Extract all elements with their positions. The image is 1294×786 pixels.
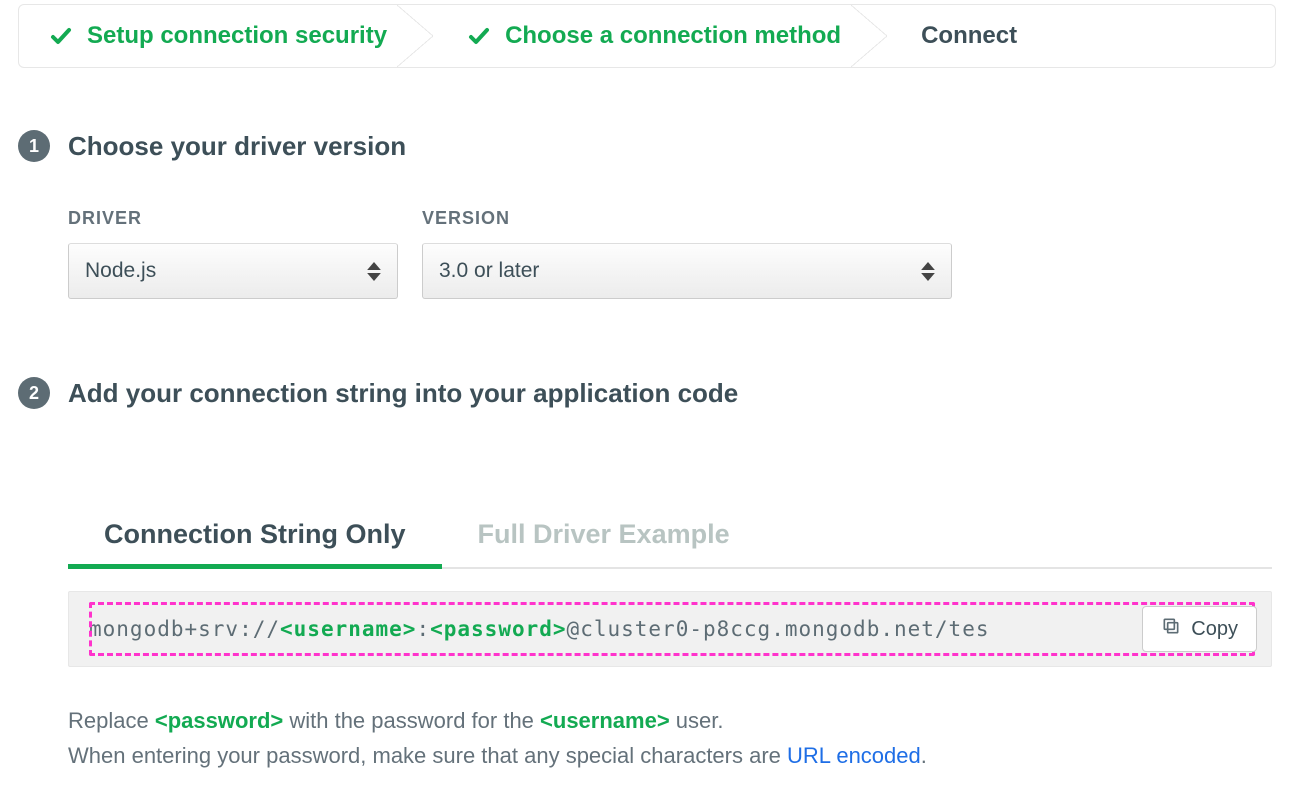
step-number-badge: 2: [18, 377, 50, 409]
section-title: Choose your driver version: [68, 131, 406, 162]
version-label: VERSION: [422, 208, 952, 229]
tab-connection-string-only[interactable]: Connection String Only: [68, 507, 442, 569]
step-security[interactable]: Setup connection security: [19, 5, 415, 67]
version-select[interactable]: 3.0 or later: [422, 243, 952, 299]
copy-label: Copy: [1191, 618, 1238, 641]
password-placeholder: <password>: [430, 617, 566, 641]
step-label: Choose a connection method: [505, 22, 841, 50]
tabs: Connection String Only Full Driver Examp…: [68, 505, 1272, 569]
version-value: 3.0 or later: [439, 259, 539, 283]
step-number-badge: 1: [18, 130, 50, 162]
connection-string-block: mongodb+srv://<username>:<password>@clus…: [68, 591, 1272, 667]
step-label: Setup connection security: [87, 22, 387, 50]
check-icon: [467, 24, 491, 48]
driver-label: DRIVER: [68, 208, 398, 229]
password-token: <password>: [155, 708, 283, 733]
step-method[interactable]: Choose a connection method: [415, 5, 869, 67]
connection-string[interactable]: mongodb+srv://<username>:<password>@clus…: [83, 617, 1124, 641]
section-title: Add your connection string into your app…: [68, 378, 738, 409]
driver-select[interactable]: Node.js: [68, 243, 398, 299]
copy-icon: [1161, 616, 1181, 642]
help-text: Replace <password> with the password for…: [68, 703, 1272, 773]
step-connect[interactable]: Connect: [869, 5, 1045, 67]
username-token: <username>: [540, 708, 670, 733]
check-icon: [49, 24, 73, 48]
driver-value: Node.js: [85, 259, 156, 283]
section-connection-string: 2 Add your connection string into your a…: [18, 377, 1276, 409]
url-encoded-link[interactable]: URL encoded: [787, 743, 921, 768]
section-driver-version: 1 Choose your driver version: [18, 130, 1276, 162]
stepper: Setup connection security Choose a conne…: [18, 4, 1276, 68]
chevron-sort-icon: [367, 262, 381, 281]
step-label: Connect: [921, 22, 1017, 50]
tab-full-driver-example[interactable]: Full Driver Example: [442, 507, 766, 569]
chevron-sort-icon: [921, 262, 935, 281]
copy-button[interactable]: Copy: [1142, 606, 1257, 652]
username-placeholder: <username>: [280, 617, 416, 641]
